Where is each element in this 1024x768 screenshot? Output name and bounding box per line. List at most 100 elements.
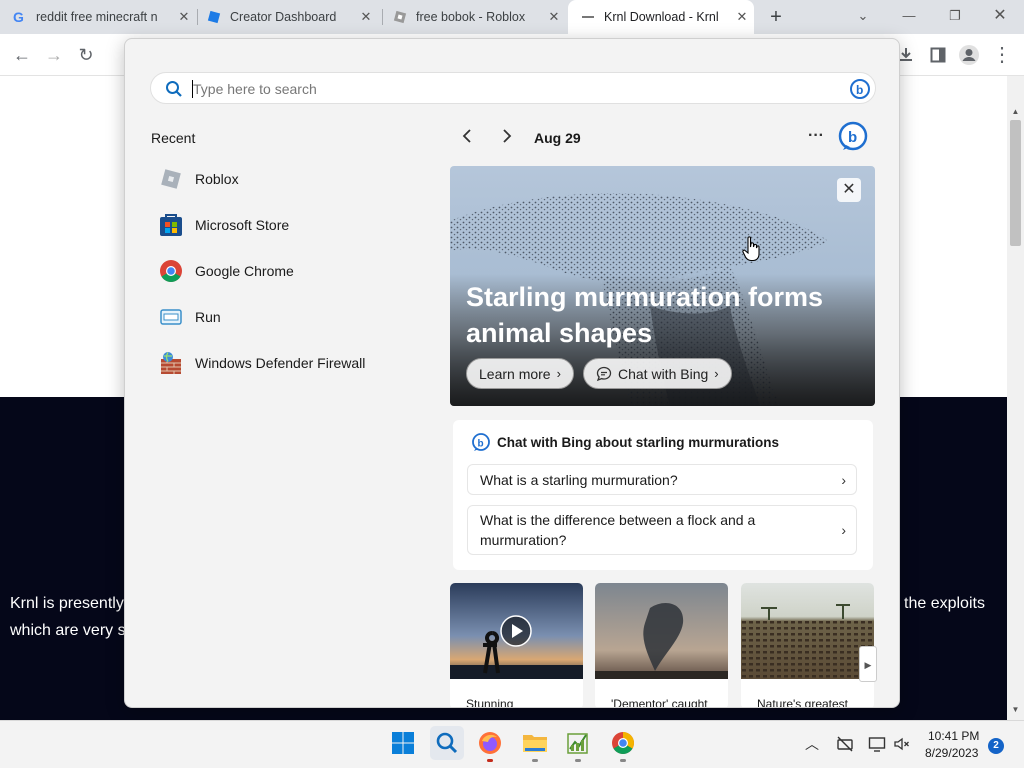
minimize-icon[interactable]: — [897,4,921,28]
page-paragraph-left: Krnl is presently which are very s [10,590,126,644]
recent-item-label: Microsoft Store [195,217,290,233]
chevron-right-icon: › [556,366,561,381]
page-text-line: which are very s [10,622,126,639]
tab-google-search[interactable]: G reddit free minecraft n ✕ [12,0,196,34]
scroll-down-icon[interactable]: ▼ [1010,704,1021,716]
run-icon [160,309,182,325]
back-icon[interactable]: ← [10,43,34,67]
search-box[interactable]: b [150,72,876,104]
chevron-right-icon: › [841,522,846,538]
recent-item-run[interactable]: Run [151,299,421,335]
previous-day-icon[interactable] [457,128,477,148]
chevron-right-icon: › [841,471,846,488]
next-day-icon[interactable] [497,128,517,148]
svg-text:b: b [856,83,863,97]
thumbnail-caption: Nature's greatest [757,697,849,708]
start-button[interactable] [389,729,417,757]
taskbar-firefox[interactable] [476,729,504,757]
page-scrollbar[interactable]: ▲ ▼ [1007,76,1024,720]
scroll-right-icon[interactable]: ▶ [859,646,877,682]
tab-roblox[interactable]: free bobok - Roblox ✕ [392,0,566,34]
recent-item-microsoft-store[interactable]: Microsoft Store [151,207,421,243]
profile-avatar-icon[interactable] [957,43,981,67]
image-thumbnail-card[interactable]: 'Dementor' caught [595,583,728,708]
chevron-right-icon: › [714,366,719,381]
learn-more-label: Learn more [479,365,551,382]
close-tab-icon[interactable]: ✕ [176,9,192,25]
tab-creator-dashboard[interactable]: Creator Dashboard ✕ [206,0,378,34]
learn-more-button[interactable]: Learn more › [466,358,574,389]
bing-logo-icon[interactable]: b [837,120,869,152]
side-panel-icon[interactable] [926,43,950,67]
hero-card[interactable]: ✕ Starling murmuration forms animal shap… [450,166,875,406]
folder-icon [523,735,547,752]
microsoft-store-icon [160,214,182,236]
recent-item-roblox[interactable]: Roblox [151,161,421,197]
google-icon: G [13,9,24,25]
taskbar-task-manager[interactable] [564,729,592,757]
chat-with-bing-label: Chat with Bing [618,365,709,382]
close-tab-icon[interactable]: ✕ [734,9,750,25]
restore-icon[interactable]: ❐ [943,4,967,28]
thumbnail-caption: 'Dementor' caught [611,697,708,708]
tab-krnl-active[interactable]: Krnl Download - Krnl ✕ [568,0,754,34]
page-text-line: the exploits [904,595,985,612]
recent-item-label: Run [195,309,221,325]
chat-with-bing-button[interactable]: Chat with Bing › [583,358,732,389]
clock-time[interactable]: 10:41 PM [928,729,979,743]
show-hidden-icons-icon[interactable]: ︿ [803,735,821,753]
taskbar-chrome[interactable] [609,729,637,757]
chat-question-label: What is the difference between a flock a… [480,512,756,548]
windows-search-panel: b Recent Roblox Microsoft Store Google C… [124,38,900,708]
running-indicator [575,759,581,762]
scroll-up-icon[interactable]: ▲ [1010,106,1021,118]
recent-item-label: Windows Defender Firewall [195,355,366,371]
tab-search-icon[interactable]: ⌄ [851,4,875,28]
tab-separator [382,9,383,25]
firewall-icon [161,352,181,374]
chrome-icon [612,732,634,754]
recent-item-google-chrome[interactable]: Google Chrome [151,253,421,289]
new-tab-button[interactable]: + [766,7,786,27]
volume-muted-icon[interactable] [893,735,911,753]
video-thumbnail-card[interactable]: Stunning [450,583,583,708]
bing-chat-icon: b [472,433,490,451]
close-tab-icon[interactable]: ✕ [358,9,374,25]
reload-icon[interactable]: ↻ [74,43,98,67]
close-tab-icon[interactable]: ✕ [546,9,562,25]
thumbnail-caption: Stunning [466,697,514,708]
close-window-icon[interactable]: ✕ [988,4,1012,28]
task-manager-icon [567,733,588,754]
notification-badge[interactable]: 2 [988,738,1004,754]
running-indicator [532,759,538,762]
tab-label: Krnl Download - Krnl [604,10,719,24]
chat-question-1[interactable]: What is a starling murmuration? › [467,464,857,495]
scroll-thumb[interactable] [1010,120,1021,246]
menu-kebab-icon[interactable]: ⋮ [990,43,1014,67]
chat-with-bing-card: b Chat with Bing about starling murmurat… [453,420,873,570]
more-options-button[interactable]: ··· [805,125,827,147]
bing-chat-icon[interactable]: b [849,78,871,100]
taskbar-file-explorer[interactable] [521,729,549,757]
svg-text:G: G [13,9,24,25]
chat-card-heading: Chat with Bing about starling murmuratio… [497,435,780,450]
recent-item-firewall[interactable]: Windows Defender Firewall [151,345,421,381]
svg-text:b: b [478,439,484,450]
roblox-icon [161,169,181,189]
display-icon[interactable] [868,735,886,753]
hero-title: Starling murmuration forms animal shapes [466,282,824,348]
chat-question-2[interactable]: What is the difference between a flock a… [467,505,857,555]
hand-cursor-icon [742,236,760,262]
windows-logo-icon [392,732,414,754]
close-hero-button[interactable]: ✕ [837,178,861,202]
taskbar-search-button[interactable] [430,726,464,760]
image-thumbnail-card[interactable]: Nature's greatest [741,583,874,708]
firefox-icon [479,732,501,754]
network-offline-icon[interactable] [836,735,854,753]
play-icon[interactable] [500,615,532,647]
search-input[interactable] [193,79,833,99]
forward-icon[interactable]: → [42,43,66,67]
clock-date[interactable]: 8/29/2023 [925,746,978,760]
tab-label: reddit free minecraft n [36,10,158,24]
recent-item-label: Roblox [195,171,239,187]
